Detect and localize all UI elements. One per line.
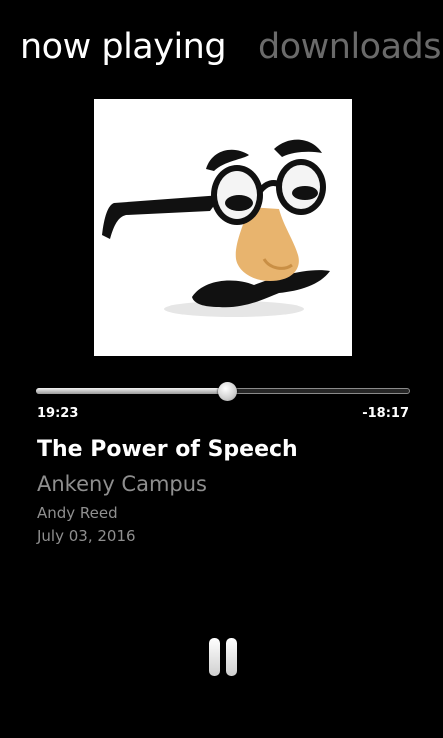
episode-subtitle: Ankeny Campus: [37, 472, 207, 496]
episode-date: July 03, 2016: [37, 527, 136, 545]
tab-downloads[interactable]: downloads: [258, 22, 441, 72]
pause-bar-right: [226, 638, 237, 676]
groucho-glasses-icon: [102, 139, 330, 317]
tab-now-playing[interactable]: now playing: [20, 22, 227, 72]
progress-thumb[interactable]: [217, 382, 237, 401]
album-art: [94, 99, 352, 356]
speaker-name: Andy Reed: [37, 504, 118, 522]
elapsed-time: 19:23: [37, 406, 79, 421]
progress-fill: [36, 388, 227, 394]
pivot-header: now playing downloads: [0, 22, 443, 72]
progress-slider[interactable]: [36, 381, 410, 403]
pause-button[interactable]: [203, 636, 243, 678]
pause-bar-left: [209, 638, 220, 676]
remaining-time: -18:17: [362, 406, 409, 421]
episode-title: The Power of Speech: [37, 437, 298, 462]
